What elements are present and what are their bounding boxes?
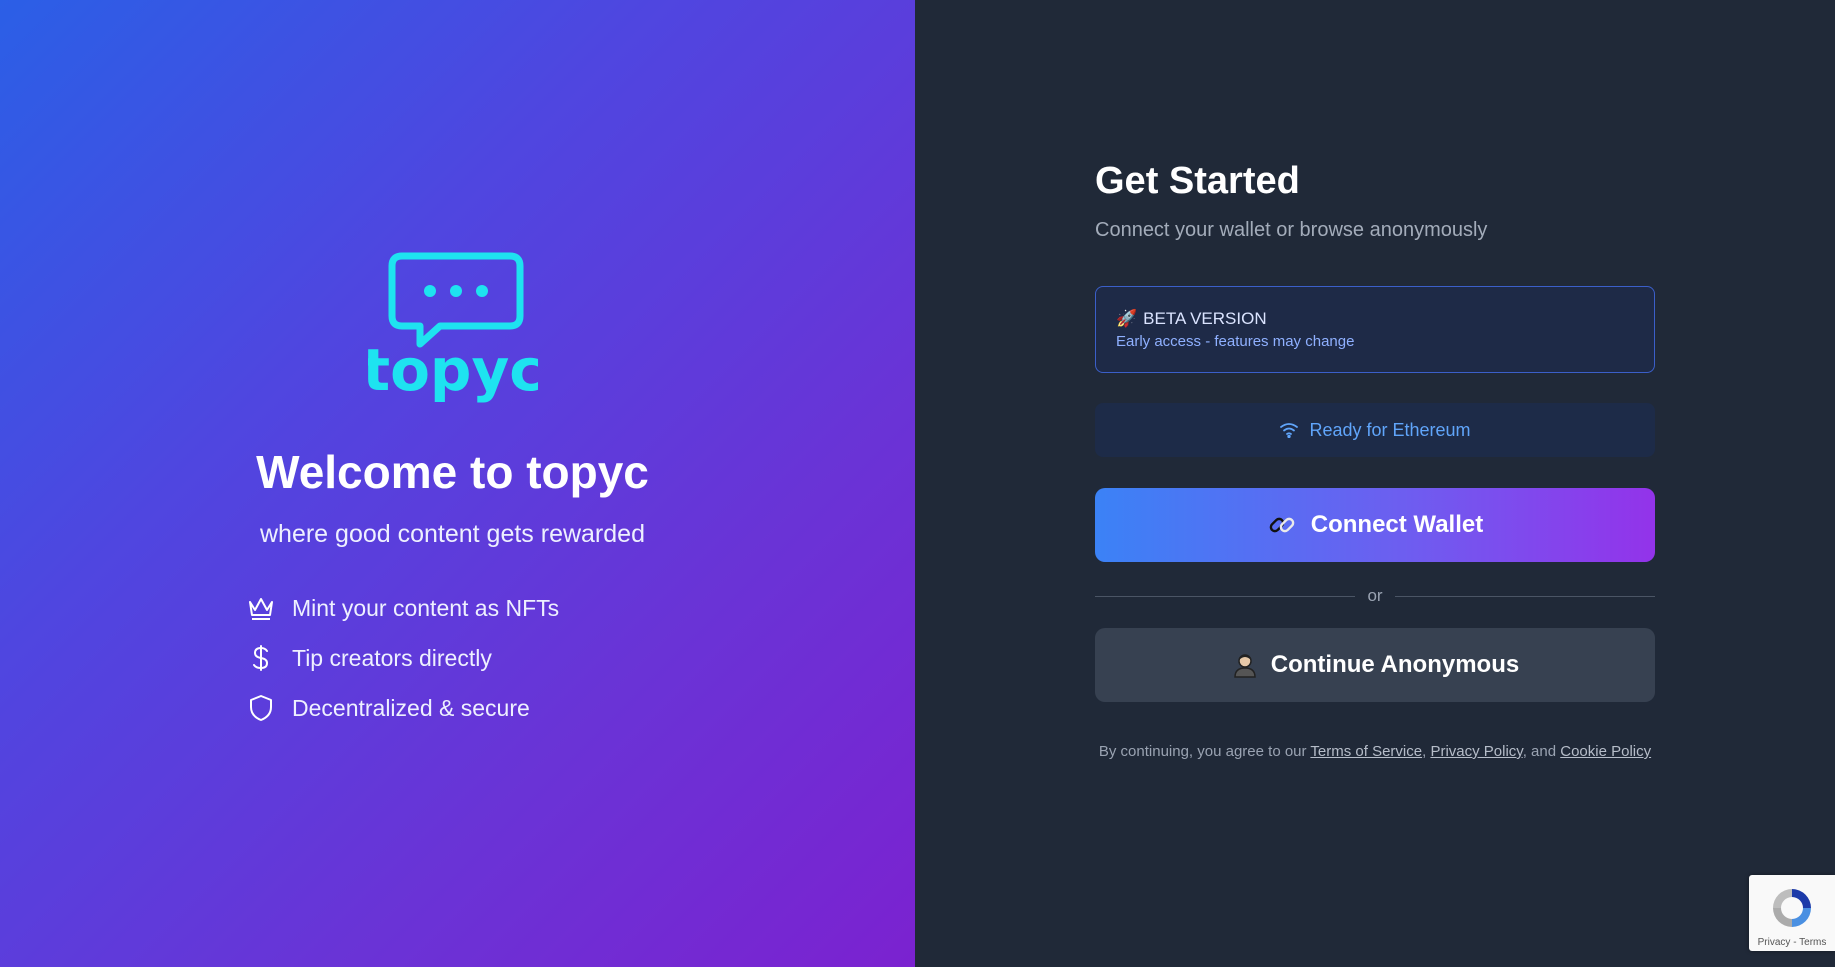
terms-notice: By continuing, you agree to our Terms of… (1098, 743, 1652, 760)
beta-title: BETA VERSION (1143, 309, 1267, 328)
privacy-policy-link[interactable]: Privacy Policy (1430, 743, 1522, 760)
network-status: Ready for Ethereum (1095, 403, 1655, 457)
or-divider: or (1095, 585, 1655, 607)
divider-text: or (1367, 586, 1383, 605)
feature-label: Tip creators directly (292, 644, 492, 671)
continue-anonymous-button[interactable]: Continue Anonymous (1095, 628, 1655, 702)
recaptcha-icon (1773, 889, 1811, 927)
logo-wordmark: topyc (368, 336, 538, 404)
link-icon (1267, 510, 1297, 540)
signin-page: topyc Welcome to topyc where good conten… (0, 0, 1835, 967)
page-subtitle: Connect your wallet or browse anonymousl… (1095, 219, 1488, 241)
cookie-policy-link[interactable]: Cookie Policy (1560, 743, 1651, 760)
feature-item-secure: Decentralized & secure (246, 683, 559, 733)
page-title: Get Started (1095, 160, 1300, 202)
crown-icon (246, 593, 276, 623)
feature-item-nfts: Mint your content as NFTs (246, 583, 559, 633)
feature-list: Mint your content as NFTs Tip creators d… (246, 583, 559, 733)
continue-anonymous-label: Continue Anonymous (1270, 651, 1520, 678)
connect-wallet-button[interactable]: Connect Wallet (1095, 488, 1655, 562)
welcome-title: Welcome to topyc (256, 446, 649, 498)
network-status-label: Ready for Ethereum (1309, 419, 1471, 440)
beta-description: Early access - features may change (1116, 333, 1355, 350)
recaptcha-terms-link[interactable]: Terms (1799, 937, 1826, 948)
beta-notice: 🚀 BETA VERSION Early access - features m… (1095, 286, 1655, 373)
terms-of-service-link[interactable]: Terms of Service (1310, 743, 1422, 760)
feature-label: Decentralized & secure (292, 694, 530, 721)
recaptcha-badge[interactable]: Privacy - Terms (1749, 875, 1835, 951)
dollar-icon (246, 643, 276, 673)
feature-item-tips: Tip creators directly (246, 633, 559, 683)
shield-icon (246, 693, 276, 723)
connect-wallet-label: Connect Wallet (1310, 511, 1484, 538)
topyc-logo: topyc (368, 252, 538, 404)
welcome-panel: topyc Welcome to topyc where good conten… (0, 0, 915, 967)
incognito-icon (1231, 651, 1259, 679)
auth-panel: Get Started Connect your wallet or brows… (915, 0, 1835, 967)
welcome-subtitle: where good content gets rewarded (260, 520, 645, 548)
recaptcha-privacy-link[interactable]: Privacy (1758, 937, 1791, 948)
feature-label: Mint your content as NFTs (292, 594, 560, 621)
wifi-icon (1279, 422, 1299, 438)
rocket-icon: 🚀 (1116, 309, 1138, 328)
